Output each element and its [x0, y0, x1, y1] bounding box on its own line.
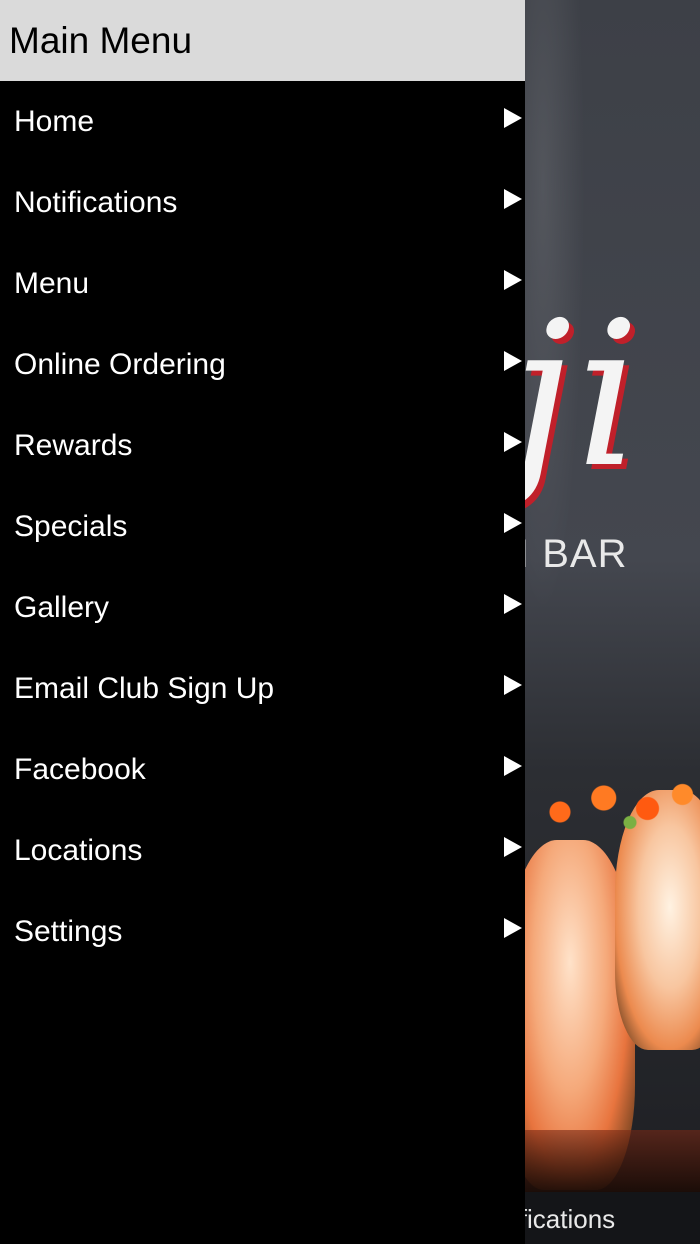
- menu-item-label: Home: [14, 104, 95, 138]
- chevron-right-icon: [504, 350, 522, 371]
- menu-item-label: Notifications: [14, 185, 178, 219]
- chevron-right-icon: [504, 675, 522, 696]
- restaurant-logo: ji: [510, 279, 644, 512]
- sushi-photo: [525, 770, 700, 1200]
- chevron-right-icon: [504, 188, 522, 209]
- chevron-right-icon: [504, 594, 522, 615]
- restaurant-logo-subtitle: I BAR: [518, 532, 628, 576]
- menu-item-label: Settings: [14, 915, 123, 949]
- menu-item-menu[interactable]: Menu: [0, 243, 525, 324]
- menu-item-label: Email Club Sign Up: [14, 672, 275, 706]
- menu-item-email-club-sign-up[interactable]: Email Club Sign Up: [0, 649, 525, 730]
- chevron-right-icon: [504, 513, 522, 534]
- menu-item-label: Gallery: [14, 591, 110, 625]
- menu-item-specials[interactable]: Specials: [0, 486, 525, 567]
- menu-list: Home Notifications Menu Online Ordering …: [0, 81, 525, 973]
- menu-item-online-ordering[interactable]: Online Ordering: [0, 324, 525, 405]
- chevron-right-icon: [504, 107, 522, 128]
- tab-notifications[interactable]: ifications: [514, 1204, 615, 1235]
- menu-item-label: Menu: [14, 266, 90, 300]
- app-screen: ji I BAR ifications Main Menu Home Notif…: [0, 0, 700, 1244]
- plate: [525, 1130, 700, 1200]
- menu-item-facebook[interactable]: Facebook: [0, 730, 525, 811]
- drawer-title: Main Menu: [9, 19, 193, 61]
- menu-item-gallery[interactable]: Gallery: [0, 568, 525, 649]
- menu-item-label: Online Ordering: [14, 347, 226, 381]
- chevron-right-icon: [504, 756, 522, 777]
- menu-item-home[interactable]: Home: [0, 81, 525, 162]
- menu-item-label: Locations: [14, 834, 143, 868]
- menu-item-settings[interactable]: Settings: [0, 892, 525, 973]
- roe-topping: [525, 770, 700, 840]
- menu-item-label: Specials: [14, 510, 128, 544]
- chevron-right-icon: [504, 918, 522, 939]
- chevron-right-icon: [504, 431, 522, 452]
- menu-item-rewards[interactable]: Rewards: [0, 405, 525, 486]
- menu-item-notifications[interactable]: Notifications: [0, 162, 525, 243]
- drawer-header: Main Menu: [0, 0, 525, 81]
- menu-item-label: Rewards: [14, 428, 133, 462]
- menu-item-locations[interactable]: Locations: [0, 811, 525, 892]
- side-drawer: Main Menu Home Notifications Menu Online…: [0, 0, 525, 1244]
- menu-item-label: Facebook: [14, 753, 146, 787]
- chevron-right-icon: [504, 269, 522, 290]
- chevron-right-icon: [504, 837, 522, 858]
